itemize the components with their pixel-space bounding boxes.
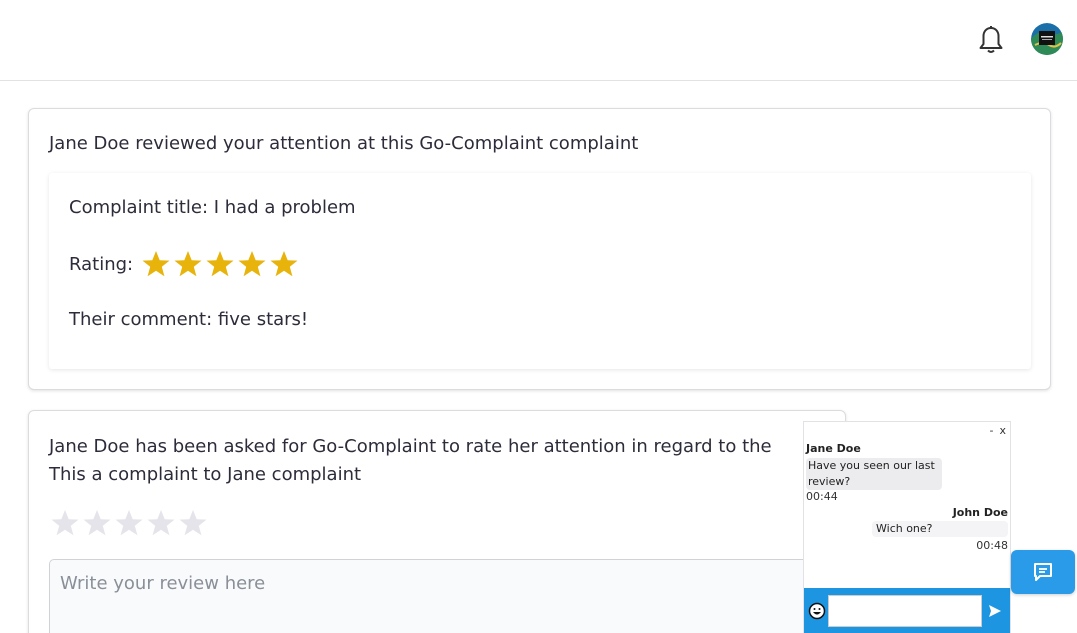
message-time: 00:48 (976, 539, 1008, 552)
review-comment: Their comment: five stars! (69, 309, 309, 330)
star-rating-option[interactable] (50, 508, 80, 538)
complaint-title: Complaint title: I had a problem (69, 197, 356, 218)
message-sender: Jane Doe (806, 442, 861, 455)
rating-row: Rating: (69, 249, 301, 279)
chat-toggle-button[interactable] (1011, 550, 1075, 594)
review-textarea[interactable] (49, 559, 829, 633)
send-icon[interactable] (988, 604, 1002, 618)
emoji-icon[interactable] (808, 602, 826, 620)
review-notification-heading: Jane Doe reviewed your attention at this… (49, 133, 639, 154)
rating-stars (141, 249, 301, 279)
review-details-panel: Complaint title: I had a problem Rating:… (49, 173, 1031, 369)
chat-window-controls: - x (990, 424, 1007, 437)
star-icon (174, 251, 202, 277)
minimize-chat-button[interactable]: - (990, 424, 994, 437)
rate-request-card: Jane Doe has been asked for Go-Complaint… (28, 410, 846, 633)
star-rating-option[interactable] (82, 508, 112, 538)
close-chat-button[interactable]: x (999, 424, 1006, 437)
top-bar (0, 0, 1077, 81)
rate-request-heading: Jane Doe has been asked for Go-Complaint… (49, 436, 772, 485)
message-time: 00:44 (806, 490, 838, 503)
user-avatar[interactable] (1031, 23, 1063, 55)
message-sender: John Doe (952, 506, 1008, 519)
chat-bubble-icon (1034, 563, 1052, 581)
chat-message-input[interactable] (828, 595, 982, 627)
star-icon (206, 251, 234, 277)
chat-composer (804, 588, 1010, 633)
star-rating-option[interactable] (178, 508, 208, 538)
star-icon (142, 251, 170, 277)
chat-window: - x Jane Doe Have you seen our last revi… (803, 421, 1011, 633)
message-bubble: Wich one? (872, 521, 1008, 537)
star-icon (238, 251, 266, 277)
star-rating-option[interactable] (146, 508, 176, 538)
bell-icon[interactable] (977, 25, 1005, 55)
rating-label: Rating: (69, 253, 134, 275)
star-rating-option[interactable] (114, 508, 144, 538)
message-bubble: Have you seen our last review? (806, 458, 942, 490)
rating-input-stars (50, 508, 210, 538)
review-notification-card: Jane Doe reviewed your attention at this… (28, 108, 1051, 390)
star-icon (270, 251, 298, 277)
